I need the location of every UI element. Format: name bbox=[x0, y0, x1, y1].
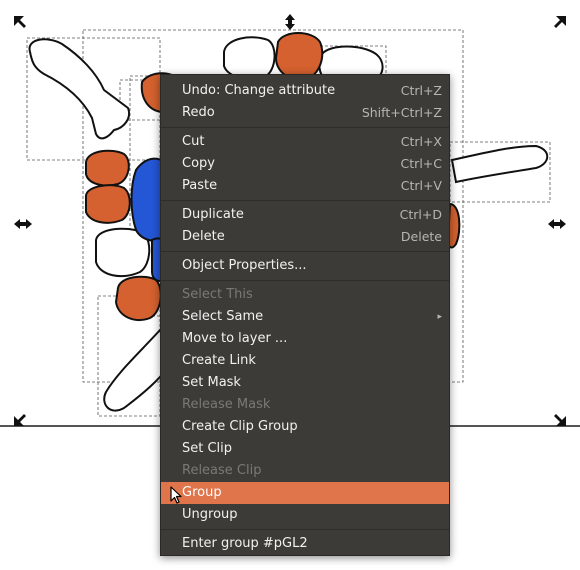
menu-item-label: Duplicate bbox=[182, 207, 244, 222]
scale-handle-n[interactable] bbox=[285, 14, 295, 30]
menu-item-shortcut: Ctrl+Z bbox=[400, 83, 442, 98]
menu-item-label: Undo: Change attribute bbox=[182, 83, 336, 98]
menu-item-duplicate[interactable]: Duplicate Ctrl+D bbox=[161, 204, 449, 226]
menu-item-cut[interactable]: Cut Ctrl+X bbox=[161, 131, 449, 153]
tail-shape-top-left[interactable] bbox=[28, 38, 130, 140]
menu-item-shortcut: Shift+Ctrl+Z bbox=[361, 105, 442, 120]
menu-item-move-to-layer[interactable]: Move to layer ... bbox=[161, 328, 449, 350]
menu-item-object-properties[interactable]: Object Properties... bbox=[161, 255, 449, 277]
menu-item-enter-group[interactable]: Enter group #pGL2 bbox=[161, 533, 449, 555]
menu-item-label: Set Mask bbox=[182, 375, 241, 390]
menu-item-select-same[interactable]: Select Same ▸ bbox=[161, 306, 449, 328]
scale-handle-w[interactable] bbox=[14, 219, 32, 229]
submenu-arrow-icon: ▸ bbox=[437, 312, 442, 322]
menu-item-paste[interactable]: Paste Ctrl+V bbox=[161, 175, 449, 197]
menu-item-select-this: Select This bbox=[161, 284, 449, 306]
blob-top-white-1[interactable] bbox=[223, 36, 276, 80]
menu-separator bbox=[161, 251, 449, 252]
context-menu: Undo: Change attribute Ctrl+Z Redo Shift… bbox=[160, 74, 450, 556]
menu-item-set-clip[interactable]: Set Clip bbox=[161, 438, 449, 460]
menu-item-shortcut: Ctrl+V bbox=[400, 178, 442, 193]
menu-item-delete[interactable]: Delete Delete bbox=[161, 226, 449, 248]
menu-item-shortcut: Delete bbox=[400, 229, 442, 244]
menu-item-release-clip: Release Clip bbox=[161, 460, 449, 482]
menu-item-release-mask: Release Mask bbox=[161, 394, 449, 416]
menu-item-label: Cut bbox=[182, 134, 205, 149]
scale-handle-se[interactable] bbox=[554, 414, 566, 426]
menu-item-label: Create Clip Group bbox=[182, 419, 298, 434]
menu-item-label: Object Properties... bbox=[182, 258, 307, 273]
menu-item-label: Release Clip bbox=[182, 463, 262, 478]
menu-item-label: Group bbox=[182, 485, 222, 500]
menu-item-label: Release Mask bbox=[182, 397, 271, 412]
mouse-pointer-icon bbox=[170, 486, 182, 504]
menu-item-label: Select Same bbox=[182, 309, 264, 324]
menu-item-create-clip-group[interactable]: Create Clip Group bbox=[161, 416, 449, 438]
menu-separator bbox=[161, 127, 449, 128]
menu-item-shortcut: Ctrl+C bbox=[400, 156, 442, 171]
menu-item-label: Select This bbox=[182, 287, 253, 302]
tail-shape-right[interactable] bbox=[450, 144, 549, 184]
menu-item-group[interactable]: Group bbox=[161, 482, 449, 504]
menu-item-shortcut: Ctrl+D bbox=[399, 207, 442, 222]
menu-item-undo[interactable]: Undo: Change attribute Ctrl+Z bbox=[161, 80, 449, 102]
scale-handle-nw[interactable] bbox=[14, 16, 26, 28]
menu-item-label: Paste bbox=[182, 178, 218, 193]
scale-handle-ne[interactable] bbox=[554, 16, 566, 28]
menu-item-label: Set Clip bbox=[182, 441, 233, 456]
menu-item-label: Move to layer ... bbox=[182, 331, 288, 346]
menu-item-label: Enter group #pGL2 bbox=[182, 536, 308, 551]
menu-separator bbox=[161, 200, 449, 201]
scale-handle-e[interactable] bbox=[548, 219, 566, 229]
scale-handle-sw[interactable] bbox=[14, 414, 26, 426]
blob-left-orange-2[interactable] bbox=[85, 184, 131, 224]
menu-item-shortcut: Ctrl+X bbox=[400, 134, 442, 149]
menu-separator bbox=[161, 529, 449, 530]
blob-left-orange-1[interactable] bbox=[85, 149, 130, 187]
menu-item-label: Create Link bbox=[182, 353, 256, 368]
menu-item-label: Ungroup bbox=[182, 507, 238, 522]
menu-item-ungroup[interactable]: Ungroup bbox=[161, 504, 449, 526]
menu-item-copy[interactable]: Copy Ctrl+C bbox=[161, 153, 449, 175]
menu-separator bbox=[161, 280, 449, 281]
menu-item-redo[interactable]: Redo Shift+Ctrl+Z bbox=[161, 102, 449, 124]
menu-item-set-mask[interactable]: Set Mask bbox=[161, 372, 449, 394]
menu-item-create-link[interactable]: Create Link bbox=[161, 350, 449, 372]
menu-item-label: Delete bbox=[182, 229, 225, 244]
menu-item-label: Redo bbox=[182, 105, 215, 120]
menu-item-label: Copy bbox=[182, 156, 215, 171]
blob-bottom-orange[interactable] bbox=[114, 275, 162, 321]
